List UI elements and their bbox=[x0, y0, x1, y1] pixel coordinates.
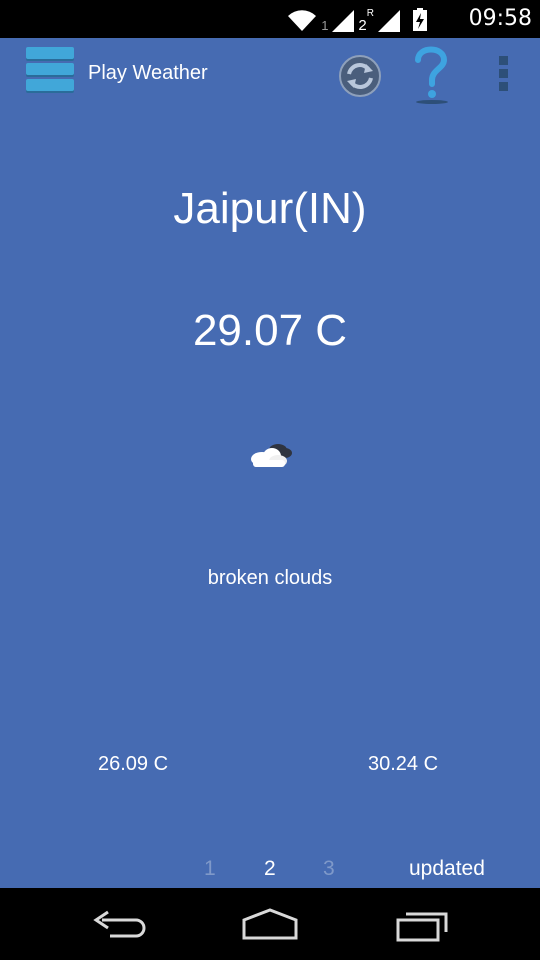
help-icon[interactable] bbox=[410, 44, 452, 104]
home-icon[interactable] bbox=[240, 906, 300, 942]
action-bar: Play Weather bbox=[0, 38, 540, 110]
updated-label: updated bbox=[409, 857, 485, 880]
signal-icon-2 bbox=[378, 10, 400, 32]
max-temperature: 30.24 C bbox=[368, 753, 439, 775]
menu-icon[interactable] bbox=[26, 47, 78, 99]
status-icons: 1 2 R bbox=[287, 6, 428, 34]
overflow-dot bbox=[499, 69, 508, 78]
page-indicator-2[interactable]: 2 bbox=[264, 857, 276, 881]
sim2-label: 2 bbox=[358, 17, 367, 34]
broken-clouds-icon bbox=[251, 444, 292, 467]
menu-bar-bottom bbox=[26, 79, 74, 91]
overflow-dot bbox=[499, 82, 508, 91]
min-temperature: 26.09 C bbox=[98, 753, 169, 775]
page-indicator-3[interactable]: 3 bbox=[323, 857, 335, 881]
roaming-label: R bbox=[366, 8, 374, 19]
menu-bar-middle bbox=[26, 63, 74, 75]
battery-charging-icon bbox=[413, 8, 427, 31]
sim1-label: 1 bbox=[321, 18, 329, 33]
wifi-icon bbox=[288, 10, 317, 31]
overflow-dot bbox=[499, 56, 508, 65]
menu-bar-top bbox=[26, 47, 74, 59]
recent-apps-icon[interactable] bbox=[392, 906, 452, 942]
refresh-icon[interactable] bbox=[338, 54, 382, 98]
city-name: Jaipur(IN) bbox=[173, 184, 367, 233]
navigation-bar bbox=[0, 888, 540, 960]
overflow-menu-icon[interactable] bbox=[498, 56, 510, 94]
signal-icon bbox=[332, 10, 355, 32]
status-bar: 1 2 R 09:58 bbox=[0, 0, 540, 38]
current-temperature: 29.07 C bbox=[192, 306, 348, 355]
back-icon[interactable] bbox=[90, 906, 150, 942]
page-indicator-1[interactable]: 1 bbox=[204, 857, 216, 881]
clock: 09:58 bbox=[468, 6, 532, 31]
app-title: Play Weather bbox=[88, 62, 208, 84]
weather-description: broken clouds bbox=[207, 567, 333, 589]
